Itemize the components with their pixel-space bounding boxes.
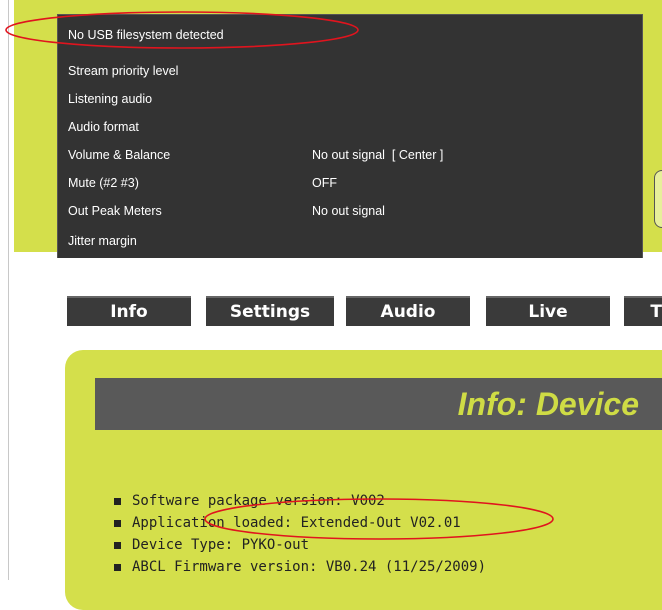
status-label: Listening audio: [68, 92, 153, 106]
status-row-usb: No USB filesystem detected: [68, 21, 638, 49]
list-item: Application loaded: Extended-Out V02.01: [114, 512, 486, 534]
status-row-audio-format: Audio format: [68, 113, 638, 141]
status-label: Stream priority level: [68, 64, 179, 78]
status-value: No out signal: [312, 204, 385, 218]
list-item-text: ABCL Firmware version: VB0.24 (11/25/200…: [132, 559, 487, 575]
list-item-text: Device Type: PYKO-out: [132, 537, 310, 553]
list-item: ABCL Firmware version: VB0.24 (11/25/200…: [114, 556, 486, 578]
left-border: [0, 0, 14, 580]
status-row-jitter-margin: Jitter margin: [68, 227, 638, 255]
status-label: Volume & Balance: [68, 148, 171, 162]
tab-live[interactable]: Live: [486, 296, 610, 326]
status-panel: No USB filesystem detected Stream priori…: [57, 14, 643, 260]
main-nav: Info Settings Audio Live T: [0, 296, 662, 326]
list-item-text: Software package version: V002: [132, 493, 385, 509]
status-label: No USB filesystem detected: [68, 28, 224, 42]
status-value: OFF: [312, 176, 337, 190]
tab-partial[interactable]: T: [624, 296, 662, 326]
tab-settings[interactable]: Settings: [206, 296, 334, 326]
status-row-mute: Mute (#2 #3) OFF: [68, 169, 638, 197]
status-row-stream-priority: Stream priority level: [68, 57, 638, 85]
status-row-peak-meters: Out Peak Meters No out signal: [68, 197, 638, 225]
page-title: Info: Device: [457, 386, 639, 422]
bullet-icon: [114, 520, 121, 527]
title-bar: Info: Device: [95, 378, 662, 430]
list-item-text: Application loaded: Extended-Out V02.01: [132, 515, 461, 531]
status-label: Audio format: [68, 120, 139, 134]
side-panel-handle[interactable]: [654, 170, 662, 228]
status-row-volume-balance: Volume & Balance No out signal [ Center …: [68, 141, 638, 169]
status-label: Out Peak Meters: [68, 204, 162, 218]
bullet-icon: [114, 542, 121, 549]
tab-audio[interactable]: Audio: [346, 296, 470, 326]
status-row-listening-audio: Listening audio: [68, 85, 638, 113]
status-label: Mute (#2 #3): [68, 176, 139, 190]
list-item: Software package version: V002: [114, 490, 486, 512]
status-label: Jitter margin: [68, 234, 137, 248]
device-info-list: Software package version: V002 Applicati…: [114, 490, 486, 578]
bullet-icon: [114, 564, 121, 571]
status-value: No out signal [ Center ]: [312, 148, 444, 162]
bullet-icon: [114, 498, 121, 505]
list-item: Device Type: PYKO-out: [114, 534, 486, 556]
tab-info[interactable]: Info: [67, 296, 191, 326]
